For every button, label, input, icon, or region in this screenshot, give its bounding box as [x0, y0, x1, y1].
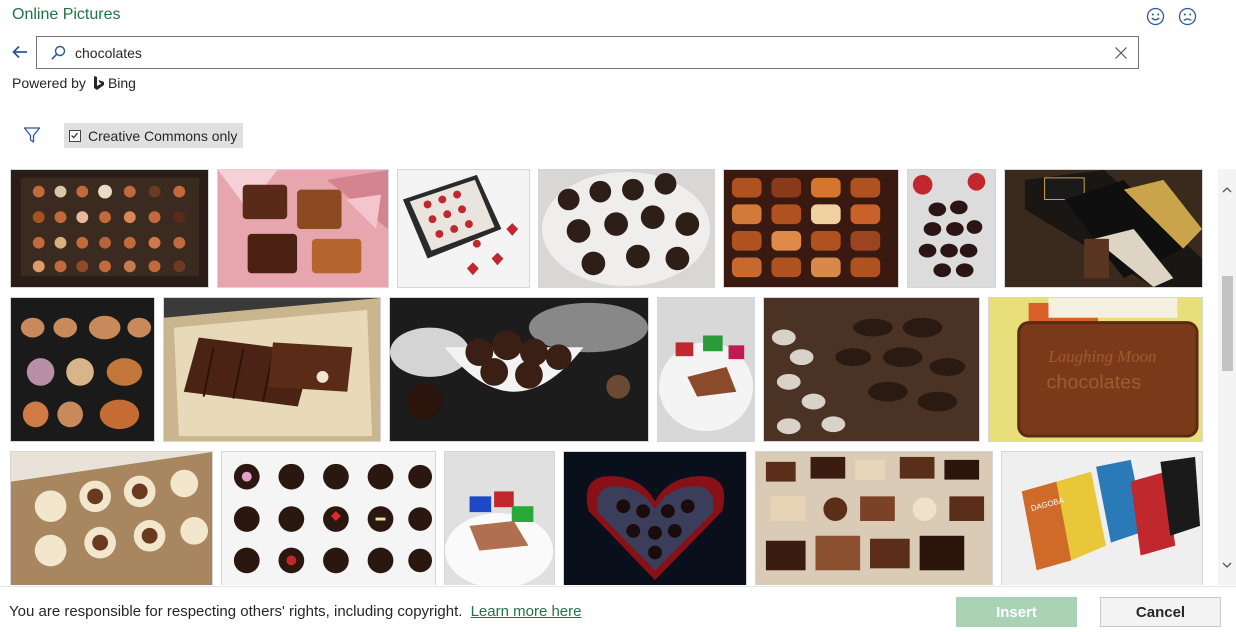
search-box[interactable] — [36, 36, 1139, 69]
image-result[interactable] — [10, 297, 155, 442]
image-result[interactable] — [217, 169, 389, 288]
close-icon[interactable] — [1114, 46, 1128, 60]
search-input[interactable] — [75, 42, 1095, 64]
bing-logo-icon — [93, 75, 105, 91]
powered-by: Powered by Bing — [12, 75, 136, 91]
image-result[interactable] — [221, 451, 436, 585]
image-result[interactable]: Laughing Moon chocolates — [988, 297, 1203, 442]
cancel-button[interactable]: Cancel — [1100, 597, 1221, 627]
checkbox-checked-icon[interactable] — [69, 129, 81, 142]
image-result[interactable] — [389, 297, 649, 442]
filter-icon[interactable] — [23, 126, 41, 144]
image-result[interactable] — [10, 169, 209, 288]
creative-commons-filter[interactable]: Creative Commons only — [64, 123, 243, 148]
copyright-notice: You are responsible for respecting other… — [9, 603, 581, 620]
learn-more-link[interactable]: Learn more here — [471, 603, 582, 620]
bing-label: Bing — [107, 75, 136, 91]
image-result[interactable] — [563, 451, 747, 585]
image-result[interactable] — [1004, 169, 1203, 288]
image-result[interactable] — [444, 451, 555, 585]
scroll-up-icon[interactable] — [1221, 183, 1233, 195]
image-result[interactable] — [763, 297, 980, 442]
scroll-thumb[interactable] — [1222, 276, 1233, 371]
bar-text-product: chocolates — [1046, 372, 1141, 394]
insert-button[interactable]: Insert — [956, 597, 1077, 627]
scroll-down-icon[interactable] — [1221, 558, 1233, 570]
back-arrow-icon[interactable] — [10, 42, 30, 62]
image-result[interactable] — [538, 169, 715, 288]
creative-commons-label: Creative Commons only — [88, 127, 238, 144]
bar-text-brand: Laughing Moon — [1047, 347, 1156, 366]
image-results-grid: Laughing Moon chocolates DAGOBA — [10, 169, 1205, 585]
search-icon — [50, 45, 66, 61]
image-result[interactable] — [657, 297, 755, 442]
powered-by-label: Powered by — [12, 75, 86, 91]
smiley-face-icon[interactable] — [1146, 7, 1165, 26]
image-result[interactable] — [10, 451, 213, 585]
image-result[interactable] — [907, 169, 996, 288]
copyright-text: You are responsible for respecting other… — [9, 603, 463, 620]
image-result[interactable] — [723, 169, 899, 288]
vertical-scrollbar[interactable] — [1218, 169, 1236, 585]
image-result[interactable] — [755, 451, 993, 585]
footer-divider — [0, 586, 1236, 587]
dialog-title: Online Pictures — [12, 6, 121, 23]
image-result[interactable] — [397, 169, 530, 288]
frown-face-icon[interactable] — [1178, 7, 1197, 26]
image-result[interactable] — [163, 297, 381, 442]
image-result[interactable]: DAGOBA — [1001, 451, 1203, 585]
